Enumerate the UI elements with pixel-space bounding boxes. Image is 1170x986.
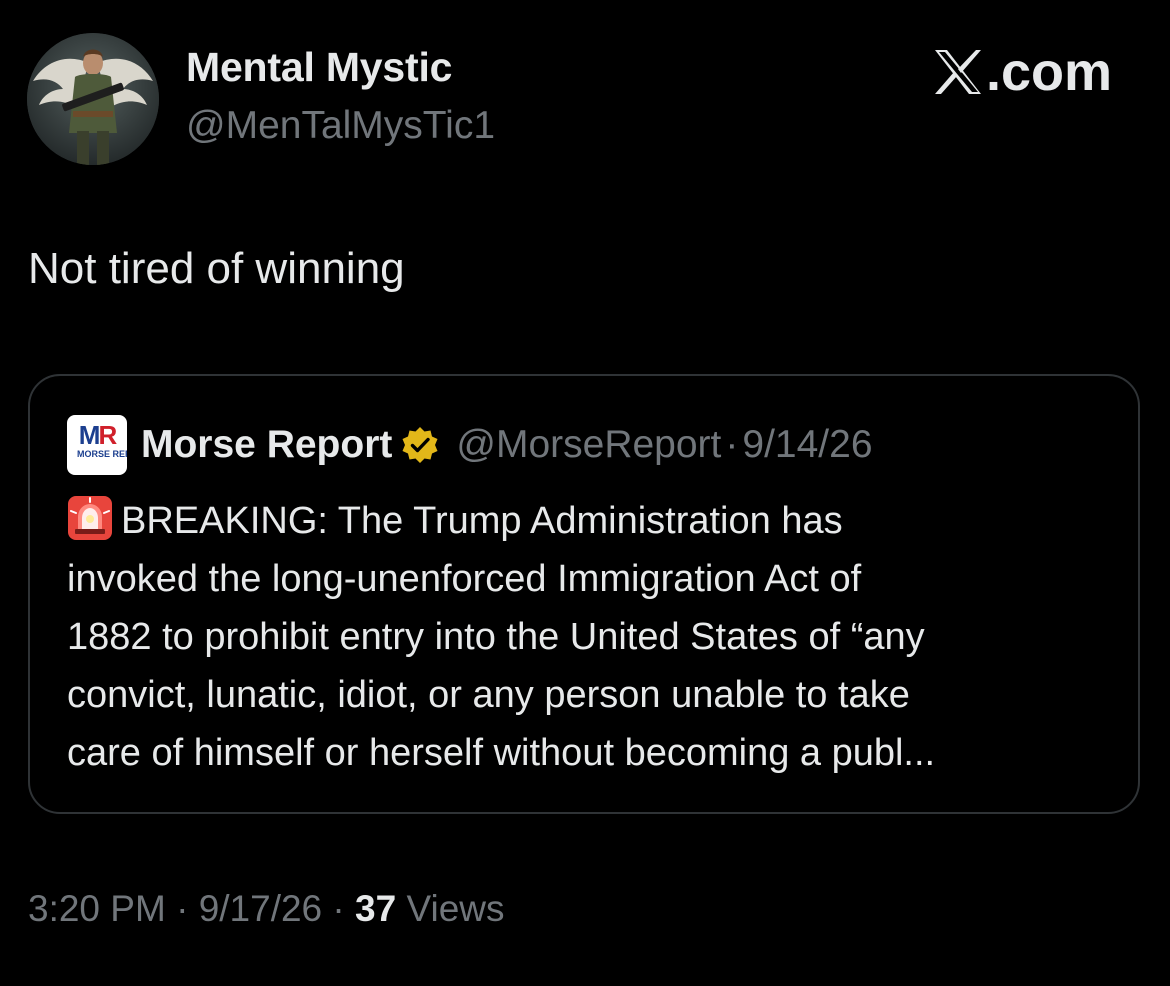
tweet-text: Not tired of winning: [28, 244, 405, 293]
quoted-author-name[interactable]: Morse Report: [141, 423, 392, 467]
quoted-author-handle[interactable]: @MorseReport: [456, 423, 721, 467]
logo-mark-r: R: [98, 420, 117, 450]
quoted-text-line-5: care of himself or herself without becom…: [67, 732, 936, 774]
views-label: Views: [396, 888, 505, 929]
quoted-tweet-date[interactable]: 9/14/26: [742, 423, 872, 467]
author-avatar[interactable]: [27, 33, 159, 165]
logo-mark-m: M: [78, 420, 101, 450]
author-handle[interactable]: @MenTalMysTic1: [186, 104, 495, 148]
quoted-text-line-1-text: BREAKING: The Trump Administration has: [121, 500, 843, 542]
quoted-text-line-2: invoked the long-unenforced Immigration …: [67, 558, 862, 600]
quoted-text-line-3: 1882 to prohibit entry into the United S…: [67, 616, 925, 658]
verified-gold-badge-icon[interactable]: [400, 425, 440, 465]
header-separator: ·: [725, 423, 739, 466]
tweet-date[interactable]: 9/17/26: [199, 888, 322, 929]
quoted-tweet-card[interactable]: MR MORSE REPORT Morse Report @MorseRepor…: [28, 374, 1140, 814]
angel-soldier-avatar-icon: [27, 33, 159, 165]
quoted-text-line-4: convict, lunatic, idiot, or any person u…: [67, 674, 910, 716]
watermark-text: .com: [985, 42, 1112, 102]
logo-wordmark: MORSE REPORT: [77, 449, 127, 459]
tweet-time[interactable]: 3:20 PM: [28, 888, 166, 929]
police-siren-icon: [67, 495, 113, 541]
x-logo-icon: [932, 47, 984, 97]
site-watermark: .com: [932, 42, 1112, 102]
tweet-meta: 3:20 PM · 9/17/26 · 37 Views: [28, 888, 505, 930]
author-display-name[interactable]: Mental Mystic: [186, 44, 452, 91]
views-count[interactable]: 37: [355, 888, 396, 929]
quoted-text-line-1: BREAKING: The Trump Administration has: [67, 492, 1127, 550]
quoted-tweet-header: MR MORSE REPORT Morse Report @MorseRepor…: [67, 415, 873, 475]
quoted-tweet-text: BREAKING: The Trump Administration has i…: [67, 492, 1127, 782]
morse-report-logo[interactable]: MR MORSE REPORT: [67, 415, 127, 475]
meta-separator: ·: [322, 888, 356, 929]
logo-mark: MR: [67, 422, 127, 448]
meta-separator: ·: [165, 888, 199, 929]
